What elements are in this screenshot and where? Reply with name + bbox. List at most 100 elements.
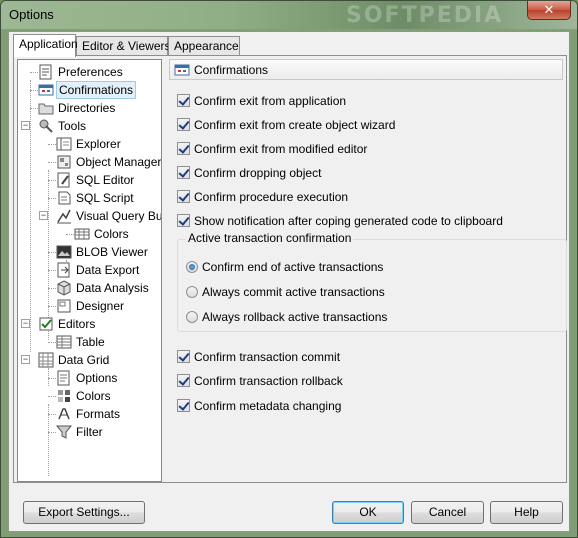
filter-icon xyxy=(56,425,72,439)
visual-query-icon xyxy=(57,209,71,224)
tree-item-label: Preferences xyxy=(58,65,123,79)
checkbox-checked[interactable] xyxy=(177,350,190,363)
colors-icon xyxy=(58,390,70,402)
data-analysis-icon xyxy=(57,280,71,296)
formats-icon xyxy=(58,408,70,420)
tab-label: Editor & Viewers xyxy=(82,39,171,53)
tree-item-label: SQL Script xyxy=(76,191,134,205)
tree-item-label: Tools xyxy=(58,119,87,133)
sql-editor-icon xyxy=(57,172,70,188)
tree-item-visual-query-builder[interactable]: − Visual Query Builder xyxy=(18,207,162,225)
tree-item-data-export[interactable]: Data Export xyxy=(18,261,158,279)
tools-icon xyxy=(39,119,53,133)
editors-icon xyxy=(39,317,53,331)
tree-item-designer[interactable]: Designer xyxy=(18,297,158,315)
dialog-client: Application Editor & Viewers Appearance xyxy=(8,31,570,532)
export-settings-button[interactable]: Export Settings... xyxy=(23,501,145,524)
preferences-icon xyxy=(39,64,52,80)
checkbox-label: Confirm exit from application xyxy=(194,94,347,108)
tab-editor-viewers[interactable]: Editor & Viewers xyxy=(76,36,171,56)
tree-item-label: Colors xyxy=(76,389,111,403)
tree-item-blob-viewer[interactable]: BLOB Viewer xyxy=(18,243,158,261)
tree-item-tools[interactable]: − Tools xyxy=(18,117,158,135)
tree-item-sql-editor[interactable]: SQL Editor xyxy=(18,171,158,189)
tree-item-data-analysis[interactable]: Data Analysis xyxy=(18,279,158,297)
checkbox-label: Confirm exit from modified editor xyxy=(194,142,368,156)
tree-item-label: Formats xyxy=(76,407,121,421)
tab-application[interactable]: Application xyxy=(13,34,78,57)
group-title: Active transaction confirmation xyxy=(186,231,354,245)
tree-item-colors-vqb[interactable]: Colors xyxy=(18,225,158,243)
options-icon xyxy=(57,370,70,386)
close-button[interactable]: ✕ xyxy=(527,1,571,20)
tree-item-data-grid[interactable]: − Data Grid xyxy=(18,351,158,369)
checkbox-checked[interactable] xyxy=(177,190,190,203)
checkbox-label: Confirm metadata changing xyxy=(194,399,342,413)
folder-icon xyxy=(38,103,54,115)
data-export-icon xyxy=(57,262,70,278)
window-title: Options xyxy=(9,7,54,22)
tree-item-editors[interactable]: − Editors xyxy=(18,315,158,333)
tab-label: Application xyxy=(19,37,78,51)
tree-item-label: Filter xyxy=(76,425,103,439)
tree-item-label: Table xyxy=(76,335,105,349)
tree-item-colors-grid[interactable]: Colors xyxy=(18,387,158,405)
section-title: Confirmations xyxy=(194,63,269,77)
checkbox-checked[interactable] xyxy=(177,94,190,107)
options-tree[interactable]: Preferences Confirmations Directories − … xyxy=(17,59,162,482)
table-icon xyxy=(56,335,72,349)
ok-button[interactable]: OK xyxy=(332,501,404,524)
tab-appearance[interactable]: Appearance xyxy=(168,36,240,56)
cancel-button[interactable]: Cancel xyxy=(411,501,484,524)
radio-button[interactable] xyxy=(186,311,198,323)
tree-item-label: Visual Query Builder xyxy=(76,209,162,223)
radio-label: Always commit active transactions xyxy=(202,285,385,299)
tree-item-object-manager[interactable]: Object Manager xyxy=(18,153,161,171)
checkbox-checked[interactable] xyxy=(177,118,190,131)
tree-item-formats[interactable]: Formats xyxy=(18,405,158,423)
object-manager-icon xyxy=(57,155,71,169)
collapse-icon[interactable]: − xyxy=(21,319,30,328)
checkbox-label: Confirm exit from create object wizard xyxy=(194,118,396,132)
tree-item-directories[interactable]: Directories xyxy=(18,99,158,117)
tree-item-explorer[interactable]: Explorer xyxy=(18,135,158,153)
radio-button[interactable] xyxy=(186,286,198,298)
confirmations-icon xyxy=(174,64,190,76)
checkbox-checked[interactable] xyxy=(177,142,190,155)
tree-item-confirmations[interactable]: Confirmations xyxy=(18,81,158,99)
collapse-icon[interactable]: − xyxy=(21,121,30,130)
radio-label: Always rollback active transactions xyxy=(202,310,388,324)
tree-item-filter[interactable]: Filter xyxy=(18,423,158,441)
checkbox-label: Confirm procedure execution xyxy=(194,190,349,204)
radio-button-selected[interactable] xyxy=(186,261,198,273)
tree-item-label: Options xyxy=(76,371,118,385)
grid-icon xyxy=(74,228,90,240)
tree-item-table[interactable]: Table xyxy=(18,333,158,351)
tree-item-sql-script[interactable]: SQL Script xyxy=(18,189,158,207)
collapse-icon[interactable]: − xyxy=(21,355,30,364)
sql-script-icon xyxy=(58,191,71,205)
tree-item-label: Designer xyxy=(76,299,125,313)
checkbox-checked[interactable] xyxy=(177,374,190,387)
checkbox-checked[interactable] xyxy=(177,214,190,227)
tree-item-label: Confirmations xyxy=(56,81,137,99)
checkbox-label: Confirm dropping object xyxy=(194,166,322,180)
collapse-icon[interactable]: − xyxy=(39,211,48,220)
checkbox-checked[interactable] xyxy=(177,399,190,412)
tree-item-label: SQL Editor xyxy=(76,173,135,187)
tree-item-label: Object Manager xyxy=(76,155,162,169)
tree-item-label: Data Grid xyxy=(58,353,110,367)
checkbox-label: Confirm transaction commit xyxy=(194,350,341,364)
confirmations-page: Confirmations Confirm exit from applicat… xyxy=(169,59,567,482)
title-bar[interactable]: Options SOFTPEDIA ✕ xyxy=(1,1,577,29)
options-window: Options SOFTPEDIA ✕ Application Editor &… xyxy=(0,0,578,538)
tree-item-label: Directories xyxy=(58,101,116,115)
checkbox-checked[interactable] xyxy=(177,166,190,179)
close-icon: ✕ xyxy=(543,2,555,17)
designer-icon xyxy=(57,299,71,313)
tree-item-options[interactable]: Options xyxy=(18,369,158,387)
help-button[interactable]: Help xyxy=(490,501,563,524)
tree-item-label: Data Analysis xyxy=(76,281,149,295)
tree-item-preferences[interactable]: Preferences xyxy=(18,63,158,81)
tab-panel-application: Preferences Confirmations Directories − … xyxy=(13,55,567,483)
